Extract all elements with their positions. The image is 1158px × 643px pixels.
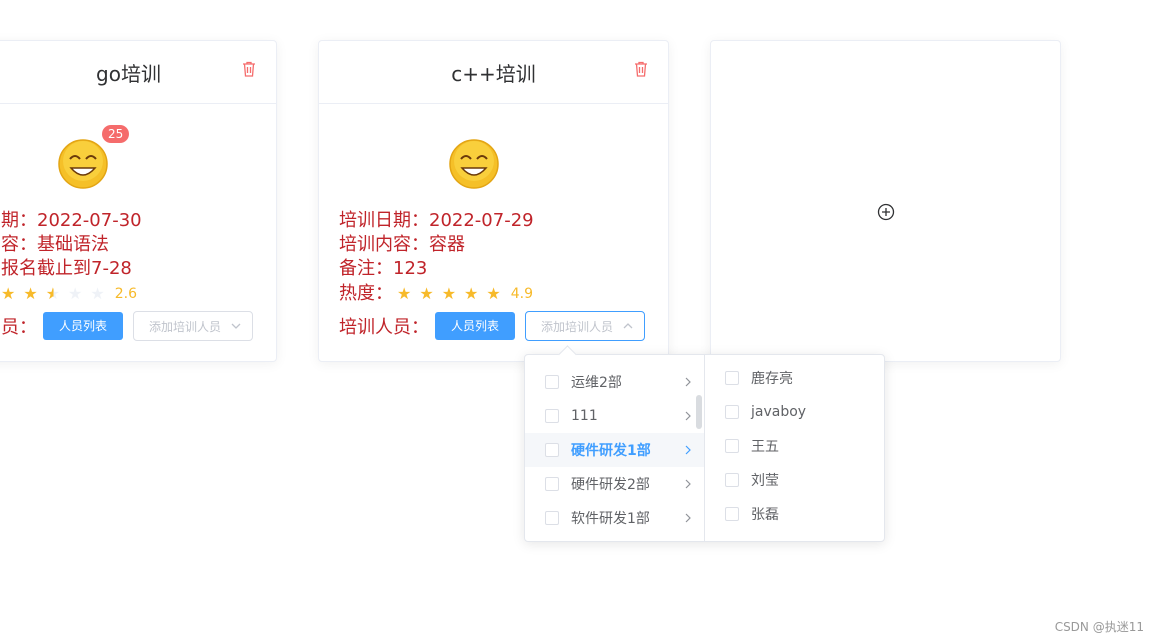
content-line: 容：基础语法 <box>1 234 109 255</box>
card-header: c++培训 <box>319 41 668 104</box>
member-label: 张磊 <box>751 507 779 523</box>
scrollbar-thumb[interactable] <box>696 395 702 429</box>
content-line: 培训内容：容器 <box>339 234 465 255</box>
member-item[interactable]: 张磊 <box>705 497 884 531</box>
select-placeholder: 添加培训人员 <box>541 319 614 334</box>
checkbox[interactable] <box>725 473 739 487</box>
member-label: 刘莹 <box>751 473 779 489</box>
checkbox[interactable] <box>545 477 559 491</box>
trainee-row: 培训人员： 人员列表 添加培训人员 <box>339 311 646 341</box>
checkbox[interactable] <box>545 409 559 423</box>
chevron-down-icon <box>231 323 241 329</box>
department-label: 111 <box>571 408 598 424</box>
rating[interactable]: ★ ★ ★ ★ ★ 2.6 <box>1 281 142 307</box>
date-line: 期：2022-07-30 <box>1 210 142 231</box>
member-label: 王五 <box>751 439 779 455</box>
checkbox[interactable] <box>725 405 739 419</box>
add-trainee-select[interactable]: 添加培训人员 <box>525 311 646 341</box>
chevron-right-icon <box>685 445 691 455</box>
add-training-card[interactable] <box>710 40 1061 362</box>
smiley-face-icon <box>58 139 108 189</box>
department-menu: 运维2部 111 硬件研发1部 硬件研发2部 软件研发1部 <box>525 355 705 541</box>
checkbox[interactable] <box>725 507 739 521</box>
member-item[interactable]: 王五 <box>705 429 884 463</box>
rating-text: 2.6 <box>114 286 137 302</box>
department-label: 硬件研发1部 <box>571 443 651 459</box>
checkbox[interactable] <box>545 375 559 389</box>
member-menu: 鹿存亮 javaboy 王五 刘莹 张磊 <box>705 355 884 541</box>
checkbox[interactable] <box>725 371 739 385</box>
star-icon[interactable]: ★ <box>464 282 478 306</box>
department-item[interactable]: 运维2部 <box>525 365 704 399</box>
watermark: CSDN @执迷11 <box>1054 620 1144 634</box>
star-icon[interactable]: ★ <box>397 282 411 306</box>
cascader-dropdown: 运维2部 111 硬件研发1部 硬件研发2部 软件研发1部 鹿存亮 javabo… <box>524 345 885 542</box>
department-label: 软件研发1部 <box>571 511 650 527</box>
checkbox[interactable] <box>725 439 739 453</box>
department-item[interactable]: 硬件研发1部 <box>525 433 704 467</box>
department-label: 硬件研发2部 <box>571 477 650 493</box>
member-label: 鹿存亮 <box>751 371 793 387</box>
trash-icon[interactable] <box>634 61 648 77</box>
member-item[interactable]: 鹿存亮 <box>705 361 884 395</box>
member-label: javaboy <box>751 404 807 420</box>
add-trainee-select[interactable]: 添加培训人员 <box>133 311 254 341</box>
card-title: c++培训 <box>451 61 536 86</box>
star-icon[interactable]: ★ <box>68 282 82 306</box>
rating-text: 4.9 <box>510 286 533 302</box>
member-item[interactable]: javaboy <box>705 395 884 429</box>
chevron-right-icon <box>685 479 691 489</box>
star-icon[interactable]: ★ <box>1 282 15 306</box>
note-line: 报名截止到7-28 <box>1 258 132 279</box>
checkbox[interactable] <box>545 511 559 525</box>
star-icon[interactable]: ★ <box>486 282 500 306</box>
star-icon[interactable]: ★ <box>90 282 104 306</box>
department-item[interactable]: 软件研发1部 <box>525 501 704 535</box>
avatar <box>447 137 501 191</box>
trash-icon[interactable] <box>242 61 256 77</box>
member-list-button[interactable]: 人员列表 <box>435 312 516 340</box>
card-header: go培训 <box>0 41 276 104</box>
chevron-right-icon <box>685 411 691 421</box>
trainee-label: 员： <box>1 317 37 338</box>
member-item[interactable]: 刘莹 <box>705 463 884 497</box>
training-card-cpp: c++培训 培训日期：2022-07-29 培训内容：容器 备注：123 热度：… <box>318 40 669 362</box>
department-item[interactable]: 硬件研发2部 <box>525 467 704 501</box>
chevron-right-icon <box>685 513 691 523</box>
smiley-face-icon <box>449 139 499 189</box>
chevron-right-icon <box>685 377 691 387</box>
chevron-up-icon <box>623 323 633 329</box>
star-icon[interactable]: ★ <box>23 282 37 306</box>
card-title: go培训 <box>96 61 161 86</box>
date-line: 培训日期：2022-07-29 <box>339 210 534 231</box>
note-line: 备注：123 <box>339 258 428 279</box>
star-icon[interactable]: ★ <box>419 282 433 306</box>
card-info: 期：2022-07-30 容：基础语法 报名截止到7-28 ★ ★ ★ ★ ★ … <box>1 209 142 307</box>
checkbox[interactable] <box>545 443 559 457</box>
avatar: 25 <box>56 125 130 191</box>
department-item[interactable]: 111 <box>525 399 704 433</box>
department-label: 运维2部 <box>571 375 622 391</box>
card-info: 培训日期：2022-07-29 培训内容：容器 备注：123 热度： ★ ★ ★… <box>339 209 534 307</box>
plus-circle-icon[interactable] <box>877 203 895 221</box>
star-half-icon[interactable]: ★ <box>46 282 60 306</box>
star-icon[interactable]: ★ <box>442 282 456 306</box>
rating[interactable]: 热度： ★ ★ ★ ★ ★ 4.9 <box>339 281 534 307</box>
trainee-row: 员： 人员列表 添加培训人员 <box>1 311 254 341</box>
training-card-go: go培训 25 期：2022-07-30 容：基础语法 报名截止到7-28 ★ … <box>0 40 277 362</box>
count-badge: 25 <box>102 125 130 143</box>
select-placeholder: 添加培训人员 <box>149 319 222 334</box>
heat-label: 热度： <box>339 283 393 304</box>
member-list-button[interactable]: 人员列表 <box>43 312 124 340</box>
trainee-label: 培训人员： <box>339 317 429 338</box>
